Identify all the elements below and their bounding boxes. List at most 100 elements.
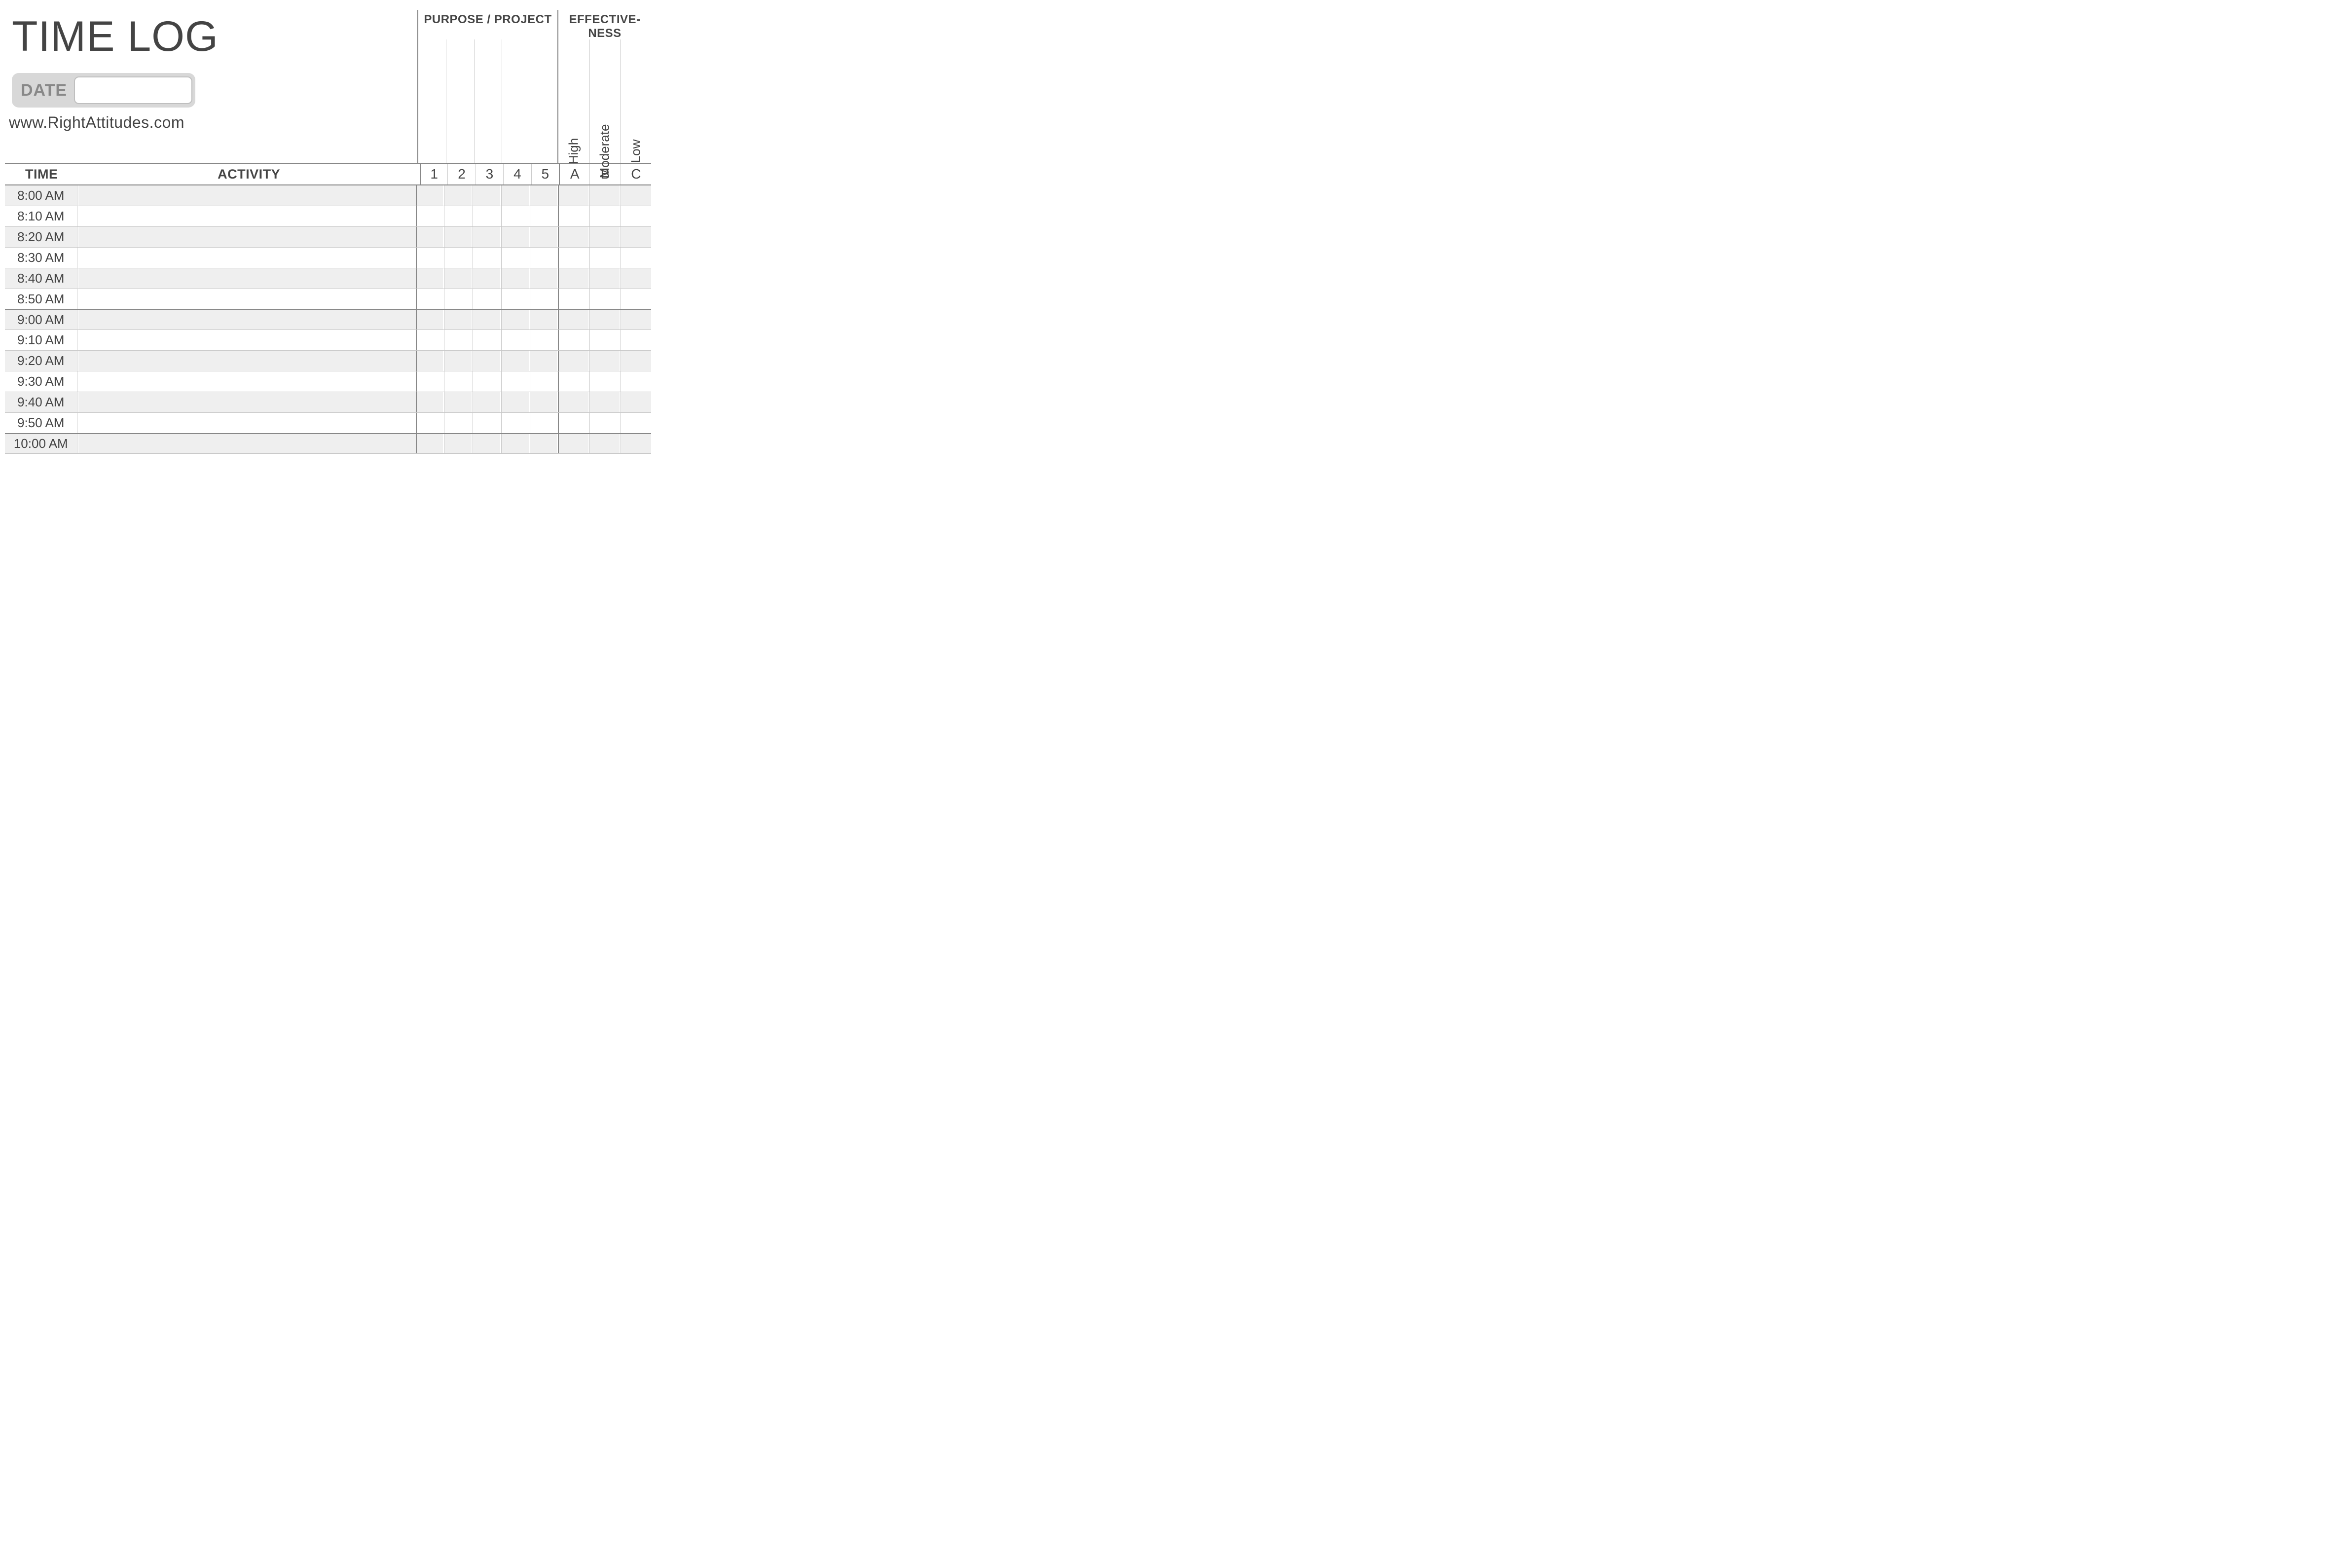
purpose-cell-5[interactable]: [530, 268, 557, 289]
effectiveness-cell-B[interactable]: [589, 310, 620, 329]
purpose-cell-1[interactable]: [416, 371, 443, 392]
purpose-cell-5[interactable]: [530, 227, 557, 247]
purpose-cell-5[interactable]: [530, 351, 557, 371]
effectiveness-cell-B[interactable]: [589, 351, 620, 371]
effectiveness-cell-C[interactable]: [621, 227, 651, 247]
purpose-cell-5[interactable]: [530, 413, 557, 433]
purpose-cell-2[interactable]: [444, 434, 472, 453]
activity-cell[interactable]: [78, 248, 416, 268]
purpose-cell-4[interactable]: [501, 310, 529, 329]
effectiveness-cell-B[interactable]: [589, 227, 620, 247]
purpose-cell-1[interactable]: [416, 351, 443, 371]
purpose-cell-1[interactable]: [416, 310, 443, 329]
purpose-cell-4[interactable]: [501, 351, 529, 371]
purpose-cell-4[interactable]: [501, 330, 529, 350]
effectiveness-cell-C[interactable]: [621, 289, 651, 309]
purpose-cell-5[interactable]: [530, 330, 557, 350]
purpose-cell-3[interactable]: [473, 289, 500, 309]
activity-cell[interactable]: [78, 268, 416, 289]
effectiveness-cell-A[interactable]: [558, 268, 588, 289]
purpose-cell-1[interactable]: [416, 330, 443, 350]
activity-cell[interactable]: [78, 392, 416, 412]
purpose-cell-2[interactable]: [444, 248, 472, 268]
purpose-cell-5[interactable]: [530, 371, 557, 392]
purpose-cell-5[interactable]: [530, 392, 557, 412]
purpose-cell-1[interactable]: [416, 227, 443, 247]
effectiveness-cell-A[interactable]: [558, 248, 588, 268]
effectiveness-cell-B[interactable]: [589, 371, 620, 392]
activity-cell[interactable]: [78, 351, 416, 371]
purpose-cell-5[interactable]: [530, 206, 557, 226]
effectiveness-cell-C[interactable]: [621, 268, 651, 289]
purpose-cell-5[interactable]: [530, 248, 557, 268]
purpose-cell-2[interactable]: [444, 289, 472, 309]
purpose-cell-2[interactable]: [444, 206, 472, 226]
purpose-cell-3[interactable]: [473, 413, 500, 433]
purpose-cell-3[interactable]: [473, 392, 500, 412]
purpose-cell-1[interactable]: [416, 413, 443, 433]
effectiveness-cell-B[interactable]: [589, 330, 620, 350]
activity-cell[interactable]: [78, 185, 416, 206]
purpose-cell-5[interactable]: [530, 434, 557, 453]
effectiveness-cell-C[interactable]: [621, 206, 651, 226]
purpose-cell-1[interactable]: [416, 392, 443, 412]
purpose-cell-5[interactable]: [530, 289, 557, 309]
activity-cell[interactable]: [78, 434, 416, 453]
purpose-cell-1[interactable]: [416, 185, 443, 206]
effectiveness-cell-C[interactable]: [621, 351, 651, 371]
activity-cell[interactable]: [78, 371, 416, 392]
activity-cell[interactable]: [78, 413, 416, 433]
purpose-cell-4[interactable]: [501, 206, 529, 226]
effectiveness-cell-B[interactable]: [589, 434, 620, 453]
purpose-cell-4[interactable]: [501, 248, 529, 268]
activity-cell[interactable]: [78, 289, 416, 309]
purpose-cell-2[interactable]: [444, 185, 472, 206]
purpose-cell-4[interactable]: [501, 268, 529, 289]
effectiveness-cell-C[interactable]: [621, 310, 651, 329]
effectiveness-cell-A[interactable]: [558, 371, 588, 392]
effectiveness-cell-C[interactable]: [621, 330, 651, 350]
effectiveness-cell-A[interactable]: [558, 351, 588, 371]
purpose-cell-1[interactable]: [416, 289, 443, 309]
effectiveness-cell-A[interactable]: [558, 434, 588, 453]
effectiveness-cell-B[interactable]: [589, 185, 620, 206]
effectiveness-cell-B[interactable]: [589, 268, 620, 289]
purpose-cell-4[interactable]: [501, 434, 529, 453]
purpose-cell-4[interactable]: [501, 289, 529, 309]
effectiveness-cell-A[interactable]: [558, 289, 588, 309]
purpose-cell-2[interactable]: [444, 371, 472, 392]
date-input[interactable]: [74, 76, 192, 104]
effectiveness-cell-B[interactable]: [589, 413, 620, 433]
purpose-cell-3[interactable]: [473, 248, 500, 268]
effectiveness-cell-A[interactable]: [558, 330, 588, 350]
purpose-cell-4[interactable]: [501, 392, 529, 412]
purpose-cell-5[interactable]: [530, 310, 557, 329]
effectiveness-cell-B[interactable]: [589, 248, 620, 268]
purpose-cell-1[interactable]: [416, 206, 443, 226]
purpose-cell-3[interactable]: [473, 206, 500, 226]
purpose-cell-5[interactable]: [530, 185, 557, 206]
purpose-cell-2[interactable]: [444, 227, 472, 247]
purpose-cell-2[interactable]: [444, 392, 472, 412]
effectiveness-cell-B[interactable]: [589, 206, 620, 226]
effectiveness-cell-C[interactable]: [621, 434, 651, 453]
effectiveness-cell-C[interactable]: [621, 185, 651, 206]
effectiveness-cell-C[interactable]: [621, 413, 651, 433]
purpose-cell-3[interactable]: [473, 371, 500, 392]
purpose-cell-1[interactable]: [416, 434, 443, 453]
purpose-cell-4[interactable]: [501, 185, 529, 206]
activity-cell[interactable]: [78, 310, 416, 329]
purpose-cell-2[interactable]: [444, 413, 472, 433]
activity-cell[interactable]: [78, 330, 416, 350]
purpose-cell-3[interactable]: [473, 434, 500, 453]
purpose-cell-4[interactable]: [501, 371, 529, 392]
effectiveness-cell-C[interactable]: [621, 392, 651, 412]
purpose-cell-3[interactable]: [473, 330, 500, 350]
activity-cell[interactable]: [78, 206, 416, 226]
purpose-cell-1[interactable]: [416, 248, 443, 268]
purpose-cell-4[interactable]: [501, 413, 529, 433]
purpose-cell-2[interactable]: [444, 310, 472, 329]
purpose-cell-2[interactable]: [444, 351, 472, 371]
purpose-cell-3[interactable]: [473, 268, 500, 289]
purpose-cell-1[interactable]: [416, 268, 443, 289]
